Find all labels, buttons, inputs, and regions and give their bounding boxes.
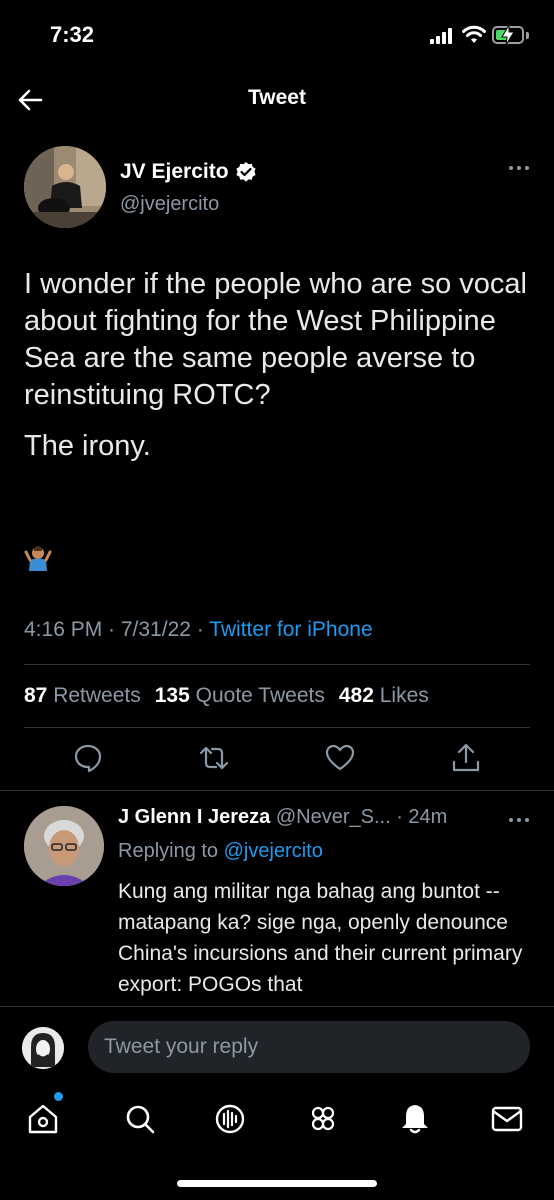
search-icon[interactable] — [123, 1102, 157, 1136]
verified-badge-icon — [235, 162, 256, 182]
likes-label: Likes — [379, 684, 429, 707]
reply-composer — [0, 1006, 554, 1086]
tweet-source-link[interactable]: Twitter for iPhone — [209, 618, 372, 641]
quotes-count: 135 — [154, 684, 190, 707]
reply-author-handle[interactable]: @Never_S... — [276, 806, 391, 828]
tweet-text: I wonder if the people who are so vocal … — [24, 266, 530, 479]
status-time: 7:32 — [50, 22, 95, 47]
replying-label: Replying to — [118, 840, 224, 862]
header: Tweet — [0, 70, 554, 128]
share-icon[interactable] — [450, 742, 482, 774]
retweets-stat[interactable]: 87 Retweets — [24, 684, 141, 708]
avatar[interactable] — [24, 806, 104, 886]
divider — [24, 727, 530, 728]
messages-icon[interactable] — [490, 1102, 524, 1136]
author-name[interactable]: JV Ejercito — [120, 160, 257, 184]
timestamp-text: 4:16 PM · 7/31/22 · — [24, 618, 210, 641]
reply-text: Kung ang militar nga bahag ang buntot --… — [118, 880, 523, 996]
quote-tweets-stat[interactable]: 135 Quote Tweets — [155, 684, 325, 708]
reply-tweet[interactable]: J Glenn I Jereza @Never_S... · 24m Reply… — [24, 806, 530, 1006]
status-bar: 7:32 — [0, 0, 554, 70]
divider — [0, 790, 554, 791]
tweet-paragraph: I wonder if the people who are so vocal … — [24, 268, 527, 411]
replying-to: Replying to @jvejercito — [118, 840, 323, 863]
spaces-icon[interactable] — [213, 1102, 247, 1136]
divider — [24, 664, 530, 665]
likes-stat[interactable]: 482 Likes — [339, 684, 429, 708]
home-icon[interactable] — [26, 1102, 60, 1136]
reply-input[interactable] — [88, 1021, 530, 1073]
replying-handle-link[interactable]: @jvejercito — [224, 840, 323, 862]
more-options-icon[interactable] — [508, 816, 530, 824]
retweets-count: 87 — [24, 684, 48, 707]
tweet-stats: 87 Retweets 135 Quote Tweets 482 Likes — [24, 684, 429, 708]
reply-time: · 24m — [390, 806, 448, 828]
notifications-icon[interactable] — [398, 1102, 432, 1136]
home-indicator[interactable] — [177, 1180, 377, 1187]
page-title: Tweet — [248, 86, 306, 109]
likes-count: 482 — [338, 684, 374, 707]
signal-icon — [430, 28, 456, 44]
home-notification-dot — [54, 1092, 63, 1101]
tweet-author: JV Ejercito @jvejercito — [24, 146, 530, 230]
tweet-paragraph: The irony. — [24, 430, 151, 462]
communities-icon[interactable] — [306, 1102, 340, 1136]
retweet-icon[interactable] — [198, 742, 230, 774]
reply-icon[interactable] — [72, 742, 104, 774]
shrug-emoji-icon — [24, 546, 52, 571]
quotes-label: Quote Tweets — [195, 684, 325, 707]
author-name-label: JV Ejercito — [120, 160, 229, 183]
charging-bolt-icon — [501, 24, 515, 46]
tweet-timestamp: 4:16 PM · 7/31/22 · Twitter for iPhone — [24, 618, 373, 642]
author-handle[interactable]: @jvejercito — [120, 193, 219, 216]
wifi-icon — [462, 25, 486, 43]
avatar[interactable] — [24, 146, 106, 228]
avatar[interactable] — [22, 1027, 64, 1069]
more-options-icon[interactable] — [508, 164, 530, 172]
reply-author-name[interactable]: J Glenn I Jereza — [118, 806, 270, 828]
tweet-actions — [0, 742, 554, 782]
reply-header: J Glenn I Jereza @Never_S... · 24m — [118, 806, 447, 829]
retweets-label: Retweets — [53, 684, 141, 707]
like-icon[interactable] — [324, 742, 356, 774]
